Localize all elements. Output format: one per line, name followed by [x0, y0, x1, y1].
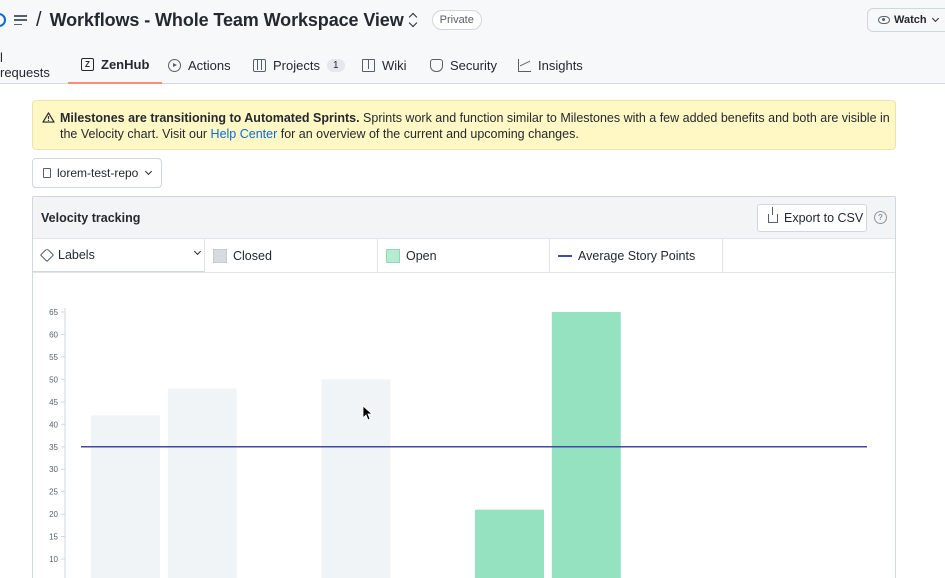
warning-icon [42, 112, 55, 123]
workspace-switch-icon[interactable] [409, 13, 419, 27]
legend-closed-label: Closed [233, 248, 272, 263]
closed-bar [91, 415, 160, 578]
open-bar [551, 312, 621, 578]
velocity-chart: 5101520253035404550556065 [49, 308, 867, 578]
banner-bold-text: Milestones are transitioning to Automate… [60, 111, 360, 125]
chevron-down-icon [193, 247, 202, 256]
labels-filter-dropdown[interactable]: Labels [33, 239, 205, 272]
banner-text: Milestones are transitioning to Automate… [60, 110, 890, 142]
y-tick-label: 50 [49, 375, 58, 384]
tab-label: l requests [0, 50, 50, 80]
chart-legend: Labels Closed Open Average Story Points [33, 239, 895, 273]
projects-count-badge: 1 [326, 58, 345, 72]
average-line-swatch [558, 254, 572, 257]
y-tick-label: 45 [49, 398, 58, 407]
repo-icon [43, 168, 51, 178]
y-tick-label: 60 [49, 330, 58, 339]
tab-actions[interactable]: Actions [168, 46, 231, 84]
legend-average-label: Average Story Points [578, 248, 696, 263]
y-tick-label: 15 [49, 533, 58, 542]
tab-security[interactable]: Security [430, 46, 497, 84]
title-row: / Workflows - Whole Team Workspace View … [0, 6, 482, 34]
y-tick-label: 25 [49, 488, 58, 497]
tab-projects[interactable]: Projects 1 [253, 46, 345, 84]
owner-avatar-icon[interactable] [0, 13, 6, 27]
panel-header: Velocity tracking Export to CSV ? [33, 197, 895, 239]
tab-wiki[interactable]: Wiki [362, 46, 407, 84]
labels-filter-label: Labels [58, 248, 95, 262]
chevron-down-icon [145, 167, 153, 176]
sprints-notice-banner: Milestones are transitioning to Automate… [32, 100, 896, 150]
legend-item-average[interactable]: Average Story Points [550, 239, 723, 272]
book-icon [362, 58, 375, 72]
graph-icon [518, 58, 531, 72]
repo-selector[interactable]: lorem-test-repo [32, 158, 162, 188]
open-swatch [386, 248, 400, 263]
shield-icon [430, 58, 443, 72]
tab-label: Actions [188, 57, 231, 73]
y-tick-label: 20 [49, 510, 58, 519]
tab-label: Wiki [382, 57, 407, 73]
repo-header: / Workflows - Whole Team Workspace View … [0, 0, 945, 84]
tab-zenhub[interactable]: Z ZenHub [68, 46, 163, 84]
closed-bar [321, 379, 391, 578]
banner-body-text-end: for an overview of the current and upcom… [277, 127, 579, 141]
tab-label: ZenHub [101, 56, 150, 72]
open-bar [475, 509, 544, 578]
legend-item-closed[interactable]: Closed [205, 239, 378, 272]
zenhub-icon: Z [81, 57, 94, 71]
tag-icon [39, 247, 55, 263]
y-tick-label: 30 [49, 465, 58, 474]
closed-swatch [213, 248, 227, 263]
legend-item-open[interactable]: Open [378, 239, 550, 272]
tab-label: Security [450, 57, 497, 73]
legend-open-label: Open [406, 248, 437, 263]
repo-selector-label: lorem-test-repo [57, 166, 139, 180]
help-icon[interactable]: ? [874, 211, 887, 224]
chevron-down-icon [931, 14, 939, 23]
export-csv-button[interactable]: Export to CSV [757, 204, 867, 232]
velocity-panel: Velocity tracking Export to CSV ? Labels… [32, 196, 896, 578]
y-tick-label: 10 [49, 555, 58, 564]
y-tick-label: 40 [49, 420, 58, 429]
eye-icon [878, 16, 890, 24]
y-tick-label: 35 [49, 443, 58, 452]
mouse-cursor-icon [362, 405, 372, 421]
closed-bar [167, 388, 237, 578]
export-icon [768, 206, 778, 223]
tab-label: Projects [273, 57, 320, 73]
panel-title: Velocity tracking [41, 211, 141, 225]
tab-pull-requests[interactable]: l requests [0, 46, 50, 84]
y-tick-label: 55 [49, 353, 58, 362]
title-separator: / [36, 8, 42, 31]
tab-label: Insights [538, 57, 583, 73]
watch-label: Watch [894, 14, 927, 26]
help-center-link[interactable]: Help Center [211, 127, 278, 141]
menu-icon[interactable] [14, 15, 27, 25]
visibility-badge: Private [431, 10, 482, 30]
tab-insights[interactable]: Insights [518, 46, 583, 84]
page-title[interactable]: Workflows - Whole Team Workspace View [50, 10, 404, 31]
watch-button[interactable]: Watch [867, 8, 945, 32]
play-icon [168, 58, 181, 72]
export-label: Export to CSV [784, 211, 864, 225]
table-icon [253, 58, 266, 72]
y-tick-label: 65 [49, 308, 58, 317]
